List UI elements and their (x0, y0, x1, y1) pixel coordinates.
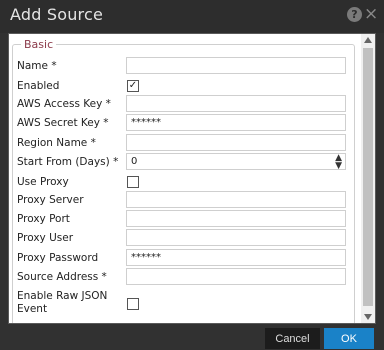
dialog-titlebar: Add Source ? × (0, 0, 384, 33)
proxy-user-label: Proxy User (17, 232, 74, 244)
aws-secret-key-label: AWS Secret Key * (17, 117, 109, 129)
field-row-proxy-port: Proxy Port (17, 210, 353, 230)
use-proxy-checkbox[interactable] (127, 176, 139, 188)
enabled-checkbox[interactable]: ✓ (127, 80, 139, 92)
field-row-source-address: Source Address * (17, 268, 353, 288)
dialog-content: Basic Name * Enabled ✓ AWS Access Key * … (8, 33, 376, 324)
field-row-start-from: Start From (Days) * 0 ▲ ▼ (17, 153, 353, 173)
field-row-proxy-user: Proxy User (17, 229, 353, 249)
enable-raw-json-label: Enable Raw JSON (17, 290, 108, 302)
proxy-server-label: Proxy Server (17, 194, 84, 206)
field-row-use-proxy: Use Proxy (17, 173, 353, 193)
source-address-label: Source Address * (17, 271, 107, 283)
add-source-dialog: Add Source ? × Basic Name * Enabled ✓ AW… (0, 0, 384, 350)
field-row-proxy-server: Proxy Server (17, 191, 353, 211)
field-row-proxy-password: Proxy Password ****** (17, 249, 353, 269)
close-icon[interactable]: × (364, 6, 378, 23)
ok-button[interactable]: OK (324, 328, 374, 349)
enabled-label: Enabled (17, 80, 60, 92)
field-row-aws-secret-key: AWS Secret Key * ****** (17, 114, 353, 134)
dialog-footer: Cancel OK (0, 324, 384, 350)
enable-raw-json-label-line2: Event (17, 303, 48, 315)
scroll-down-icon[interactable] (364, 314, 372, 320)
start-from-value: 0 (131, 156, 138, 167)
field-row-region-name: Region Name * (17, 134, 353, 154)
name-label: Name * (17, 60, 57, 72)
enable-raw-json-checkbox[interactable] (127, 298, 139, 310)
help-icon[interactable]: ? (347, 7, 362, 22)
use-proxy-label: Use Proxy (17, 176, 69, 188)
source-address-input[interactable] (126, 268, 346, 285)
proxy-server-input[interactable] (126, 191, 346, 208)
start-from-stepper[interactable]: 0 ▲ ▼ (126, 153, 346, 171)
region-name-label: Region Name * (17, 137, 96, 149)
name-input[interactable] (126, 57, 346, 74)
proxy-password-input[interactable]: ****** (126, 249, 346, 266)
proxy-port-label: Proxy Port (17, 213, 70, 225)
scroll-thumb[interactable] (363, 48, 373, 306)
field-row-enable-raw-json: Enable Raw JSON Event (17, 290, 353, 320)
scroll-up-icon[interactable] (364, 37, 372, 43)
stepper-arrows-icon[interactable]: ▲ ▼ (335, 154, 342, 171)
aws-secret-key-input[interactable]: ****** (126, 114, 346, 131)
cancel-button[interactable]: Cancel (265, 328, 320, 349)
field-row-name: Name * (17, 57, 353, 77)
proxy-port-input[interactable] (126, 210, 346, 227)
proxy-user-input[interactable] (126, 229, 346, 246)
dialog-title: Add Source (10, 5, 104, 24)
header-icons: ? × (347, 6, 378, 23)
field-row-enabled: Enabled ✓ (17, 77, 353, 97)
proxy-password-label: Proxy Password (17, 252, 99, 264)
field-row-aws-access-key: AWS Access Key * (17, 95, 353, 115)
aws-access-key-label: AWS Access Key * (17, 98, 111, 110)
start-from-label: Start From (Days) * (17, 156, 119, 168)
region-name-input[interactable] (126, 134, 346, 151)
vertical-scrollbar[interactable] (361, 34, 375, 323)
aws-access-key-input[interactable] (126, 95, 346, 112)
basic-section-title: Basic (24, 38, 54, 51)
